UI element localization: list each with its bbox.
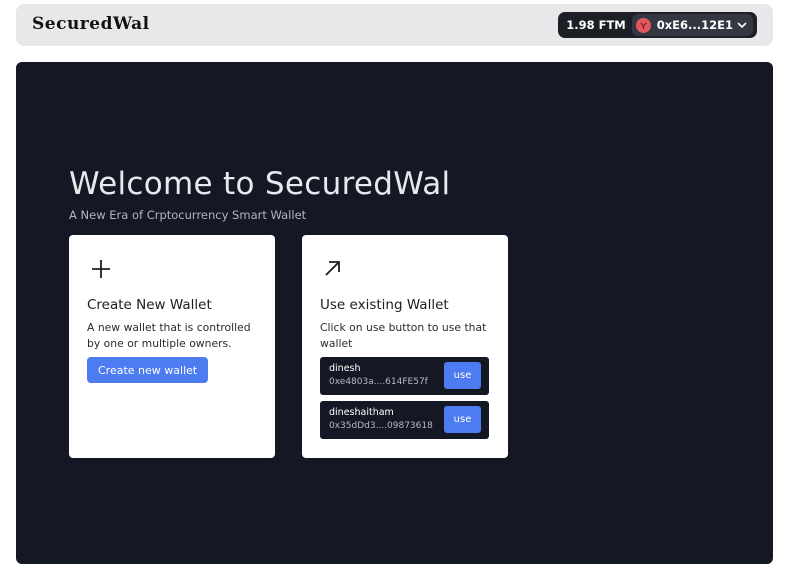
chevron-down-icon[interactable] — [737, 20, 747, 30]
wallet-list-item: dineshaitham 0x35dDd3....09873618 use — [320, 401, 489, 439]
plus-icon — [92, 260, 110, 278]
wallet-address: 0x35dDd3....09873618 — [329, 421, 433, 431]
brand-logo[interactable]: SecuredWal — [32, 14, 150, 34]
address-chip[interactable]: 0xE6...12E1 — [631, 14, 753, 36]
page-subtitle: A New Era of Crptocurrency Smart Wallet — [69, 208, 307, 222]
create-new-wallet-button[interactable]: Create new wallet — [87, 357, 209, 383]
use-wallet-button[interactable]: use — [444, 406, 481, 433]
create-wallet-title: Create New Wallet — [87, 297, 212, 313]
wallet-address: 0xE6...12E1 — [656, 18, 733, 32]
create-wallet-card: Create New Wallet A new wallet that is c… — [69, 235, 275, 458]
account-menu[interactable]: 1.98 FTM 0xE6...12E1 — [558, 12, 757, 38]
avatar — [635, 17, 651, 33]
page-title: Welcome to SecuredWal — [69, 166, 451, 202]
wallet-list-item: dinesh 0xe4803a....614FE57f use — [320, 357, 489, 395]
arrow-up-right-icon — [325, 261, 340, 276]
use-wallet-button[interactable]: use — [444, 362, 481, 389]
existing-wallet-card: Use existing Wallet Click on use button … — [302, 235, 508, 458]
top-navbar: SecuredWal 1.98 FTM 0xE6...12E1 — [16, 4, 773, 46]
balance-display: 1.98 FTM — [566, 18, 626, 32]
main-panel: Welcome to SecuredWal A New Era of Crpto… — [16, 62, 773, 564]
create-wallet-description: A new wallet that is controlled by one o… — [87, 321, 251, 350]
existing-wallet-title: Use existing Wallet — [320, 297, 449, 313]
wallet-name: dineshaitham — [329, 407, 394, 418]
wallet-address: 0xe4803a....614FE57f — [329, 377, 428, 387]
wallet-name: dinesh — [329, 363, 361, 374]
existing-wallet-description: Click on use button to use that wallet — [320, 321, 487, 350]
avatar-icon — [640, 21, 647, 29]
